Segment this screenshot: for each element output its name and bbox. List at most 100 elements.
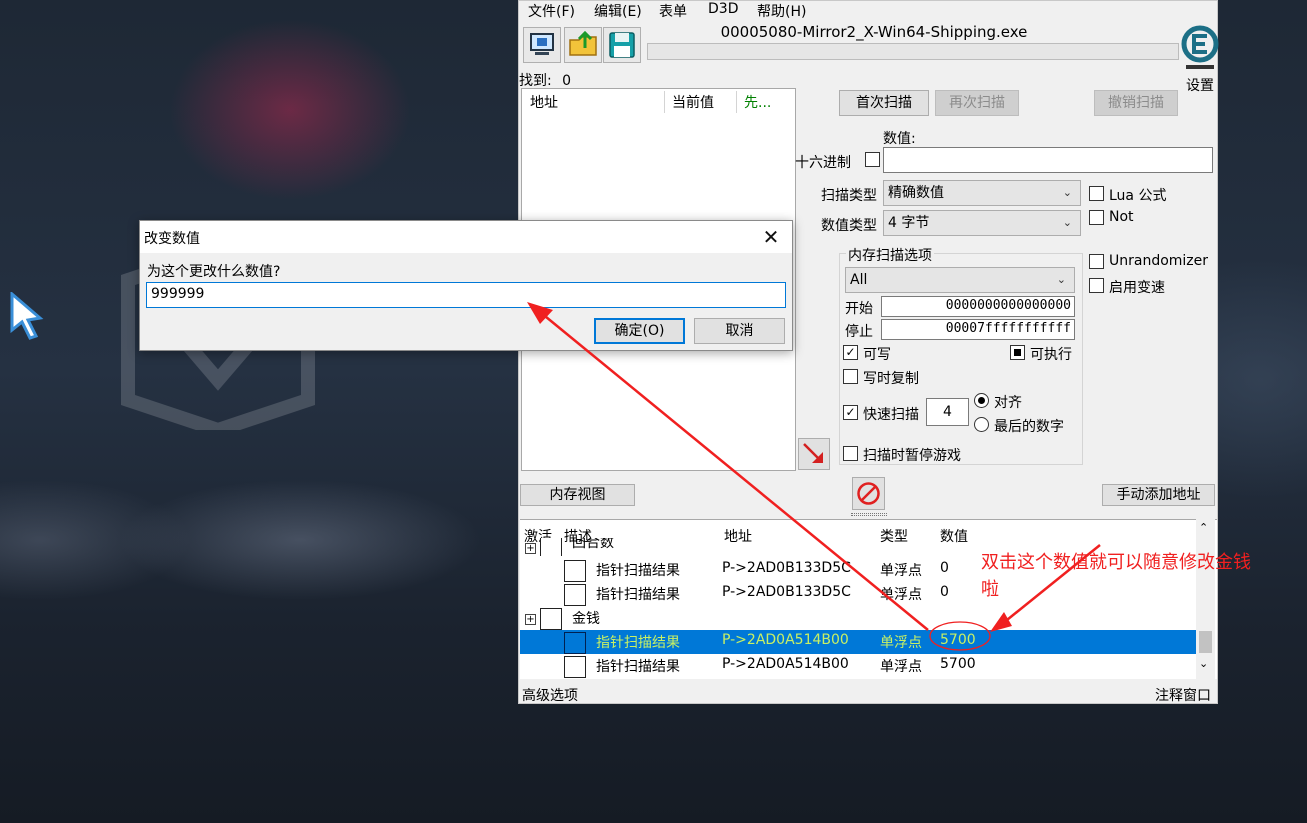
cancel-button[interactable]: 取消 xyxy=(694,318,785,344)
not-label: Not xyxy=(1109,209,1134,225)
open-file-button[interactable] xyxy=(564,27,602,63)
menubar: 文件(F) 编辑(E) 表单 D3D 帮助(H) xyxy=(519,1,1219,21)
row-address: P->2AD0A514B00 xyxy=(722,632,849,648)
scan-type-select[interactable]: 精确数值 ⌄ xyxy=(883,180,1081,206)
settings-label[interactable]: 设置 xyxy=(1186,75,1214,95)
stop-address-input[interactable]: 00007fffffffffff xyxy=(881,319,1075,340)
menu-d3d[interactable]: D3D xyxy=(708,1,738,17)
last-digits-radio[interactable] xyxy=(974,417,989,432)
row-type: 单浮点 xyxy=(880,635,922,651)
hex-label: 十六进制 xyxy=(795,155,851,171)
found-count: 0 xyxy=(562,73,572,89)
row-value[interactable]: 0 xyxy=(940,584,949,600)
ok-button[interactable]: 确定(O) xyxy=(594,318,685,344)
mouse-cursor-icon xyxy=(10,292,44,340)
next-scan-button[interactable]: 再次扫描 xyxy=(935,90,1019,116)
save-button[interactable] xyxy=(603,27,641,63)
select-process-button[interactable] xyxy=(523,27,561,63)
scan-type-value: 精确数值 xyxy=(888,185,944,201)
dialog-prompt: 为这个更改什么数值? xyxy=(147,264,281,280)
scrollbar-thumb[interactable] xyxy=(1199,631,1212,653)
row-type: 单浮点 xyxy=(880,563,922,579)
found-counter: 找到: 0 xyxy=(519,70,571,90)
row-active-checkbox[interactable] xyxy=(540,608,562,630)
memory-region-value: All xyxy=(850,272,868,288)
chevron-down-icon: ⌄ xyxy=(1062,186,1072,199)
lua-formula-label: Lua 公式 xyxy=(1109,188,1167,204)
value-type-select[interactable]: 4 字节 ⌄ xyxy=(883,210,1081,236)
value-type-value: 4 字节 xyxy=(888,215,930,231)
table-row-group-money[interactable]: + 金钱 xyxy=(520,606,1196,630)
fast-scan-alignment-input[interactable]: 4 xyxy=(926,398,969,426)
chevron-up-icon[interactable]: ⌃ xyxy=(1199,521,1208,534)
writable-label: 可写 xyxy=(863,347,891,363)
value-type-label: 数值类型 xyxy=(821,218,877,234)
menu-file[interactable]: 文件(F) xyxy=(528,1,575,21)
menu-table[interactable]: 表单 xyxy=(659,1,687,21)
scan-value-input[interactable] xyxy=(883,147,1213,173)
process-title: 00005080-Mirror2_X-Win64-Shipping.exe xyxy=(720,23,1028,41)
not-checkbox[interactable] xyxy=(1089,210,1104,225)
result-header-separator xyxy=(664,91,665,113)
row-description: 指针扫描结果 xyxy=(596,563,680,579)
close-icon[interactable]: ✕ xyxy=(752,223,790,251)
row-value[interactable]: 5700 xyxy=(940,656,976,672)
copy-on-write-checkbox[interactable] xyxy=(843,369,858,384)
menu-help[interactable]: 帮助(H) xyxy=(757,1,806,21)
splitter-handle[interactable] xyxy=(851,513,887,516)
chevron-down-icon: ⌄ xyxy=(1056,273,1066,286)
advanced-options-label[interactable]: 高级选项 xyxy=(522,685,578,705)
executable-checkbox[interactable] xyxy=(1010,345,1025,360)
row-value[interactable]: 5700 xyxy=(940,632,976,648)
row-type: 单浮点 xyxy=(880,659,922,675)
open-folder-icon xyxy=(569,30,597,56)
align-radio[interactable] xyxy=(974,393,989,408)
lua-formula-checkbox[interactable] xyxy=(1089,186,1104,201)
align-label: 对齐 xyxy=(994,395,1022,411)
annotation-line-2: 啦 xyxy=(981,579,999,600)
hex-checkbox[interactable] xyxy=(865,152,880,167)
row-active-checkbox[interactable] xyxy=(540,538,562,556)
result-header-address[interactable]: 地址 xyxy=(530,92,558,112)
clear-list-button[interactable] xyxy=(852,477,885,510)
fast-scan-checkbox[interactable]: ✓ xyxy=(843,405,858,420)
unrandomizer-checkbox[interactable] xyxy=(1089,254,1104,269)
scan-progress-bar xyxy=(647,43,1179,60)
stop-address-label: 停止 xyxy=(845,324,873,340)
comments-window-label[interactable]: 注释窗口 xyxy=(1155,685,1211,705)
row-active-checkbox[interactable] xyxy=(564,656,586,678)
row-address: P->2AD0A514B00 xyxy=(722,656,849,672)
dialog-titlebar: 改变数值 ✕ xyxy=(140,221,792,253)
memory-region-select[interactable]: All ⌄ xyxy=(845,267,1075,293)
row-description: 回合数 xyxy=(572,538,614,551)
result-header-previous[interactable]: 先... xyxy=(744,92,771,112)
add-address-manually-button[interactable]: 手动添加地址 xyxy=(1102,484,1215,506)
executable-label: 可执行 xyxy=(1030,347,1072,363)
writable-checkbox[interactable]: ✓ xyxy=(843,345,858,360)
expand-icon[interactable]: + xyxy=(525,543,536,554)
speedhack-checkbox[interactable] xyxy=(1089,278,1104,293)
add-to-list-button[interactable] xyxy=(798,438,830,470)
table-row[interactable]: 指针扫描结果 P->2AD0A514B00 单浮点 5700 xyxy=(520,654,1196,678)
first-scan-button[interactable]: 首次扫描 xyxy=(839,90,929,116)
result-header-separator xyxy=(736,91,737,113)
row-active-checkbox[interactable] xyxy=(564,632,586,654)
result-header-current-value[interactable]: 当前值 xyxy=(672,92,714,112)
expand-icon[interactable]: + xyxy=(525,614,536,625)
cheat-engine-logo-icon[interactable] xyxy=(1181,23,1219,73)
start-address-input[interactable]: 0000000000000000 xyxy=(881,296,1075,317)
row-value[interactable]: 0 xyxy=(940,560,949,576)
new-value-input[interactable]: 999999 xyxy=(146,282,786,308)
memory-view-button[interactable]: 内存视图 xyxy=(520,484,635,506)
pause-game-checkbox[interactable] xyxy=(843,446,858,461)
annotation-text: 双击这个数值就可以随意修改金钱 啦 xyxy=(981,549,1301,603)
chevron-down-icon[interactable]: ⌄ xyxy=(1199,657,1208,670)
undo-scan-button[interactable]: 撤销扫描 xyxy=(1094,90,1178,116)
no-entry-icon xyxy=(857,482,880,505)
copy-on-write-label: 写时复制 xyxy=(863,371,919,387)
row-active-checkbox[interactable] xyxy=(564,584,586,606)
row-active-checkbox[interactable] xyxy=(564,560,586,582)
row-description: 金钱 xyxy=(572,611,600,627)
table-row-selected[interactable]: 指针扫描结果 P->2AD0A514B00 单浮点 5700 xyxy=(520,630,1196,654)
menu-edit[interactable]: 编辑(E) xyxy=(594,1,642,21)
